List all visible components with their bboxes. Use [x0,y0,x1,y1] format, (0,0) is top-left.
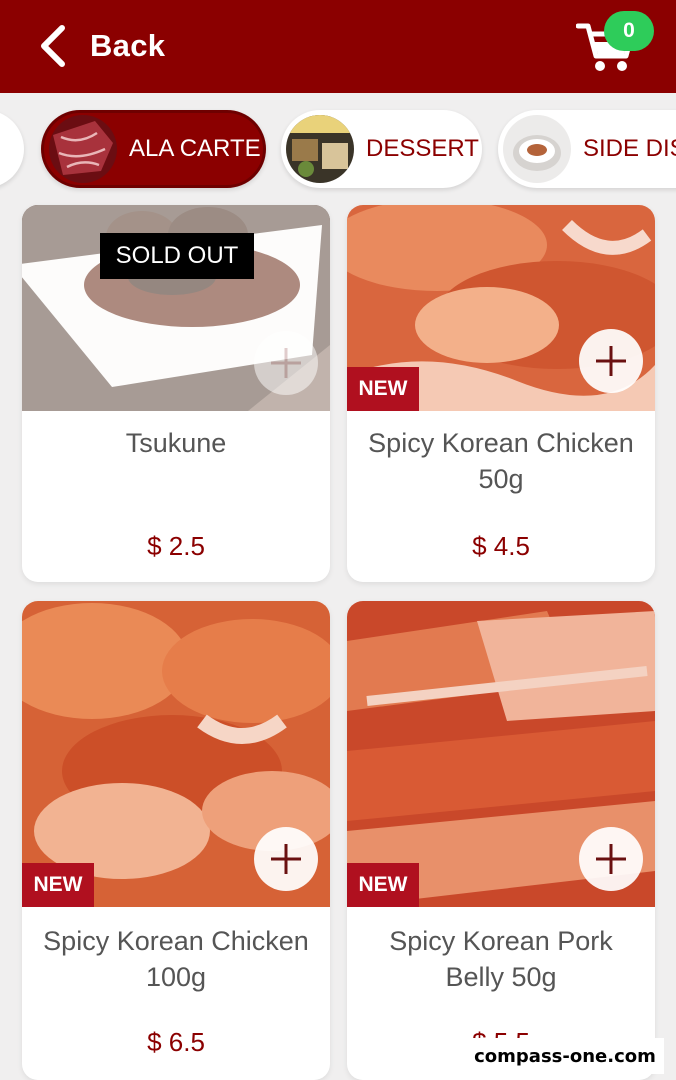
product-price: $ 2.5 [147,531,205,561]
dessert-thumbnail [286,115,354,183]
beef-thumbnail [49,115,117,183]
add-to-cart-button[interactable] [254,331,318,395]
new-badge: NEW [347,367,419,411]
category-tab-dessert[interactable]: DESSERT [281,110,482,188]
product-card-spicy-chicken-100g[interactable]: NEW Spicy Korean Chicken 100g $ 6.5 [22,601,330,1080]
add-to-cart-button[interactable] [579,827,643,891]
plus-icon [271,844,301,874]
chevron-left-icon [41,25,65,67]
add-to-cart-button[interactable] [254,827,318,891]
category-label: DESSERT [366,135,479,162]
category-tabs: ALA CARTE DESSERT SIDE DISH [0,93,676,205]
plus-icon [596,346,626,376]
sold-out-label: SOLD OUT [100,233,254,279]
product-name: Tsukune [125,428,227,458]
product-card-spicy-pork-belly-50g[interactable]: NEW Spicy Korean Pork Belly 50g $ 5.5 [347,601,655,1080]
product-name: Spicy Korean Chicken 50g [368,428,634,494]
plus-icon [271,348,301,378]
cart-count-badge: 0 [604,11,654,51]
top-app-bar: Back 0 [0,0,676,93]
new-badge: NEW [22,863,94,907]
product-price: $ 4.5 [472,531,530,561]
watermark: compass-one.com [466,1038,664,1074]
product-card-tsukune[interactable]: SOLD OUT Tsukune $ 2.5 [22,205,330,582]
plus-icon [596,844,626,874]
category-tab-ala-carte[interactable]: ALA CARTE [41,110,266,188]
new-badge: NEW [347,863,419,907]
category-tab-previous[interactable] [0,110,24,188]
product-name: Spicy Korean Pork Belly 50g [389,926,613,992]
product-name: Spicy Korean Chicken 100g [43,926,309,992]
add-to-cart-button[interactable] [579,329,643,393]
product-card-spicy-chicken-50g[interactable]: NEW Spicy Korean Chicken 50g $ 4.5 [347,205,655,582]
product-price: $ 6.5 [147,1027,205,1057]
back-button[interactable]: Back [38,20,165,72]
category-label: ALA CARTE [129,135,261,162]
category-label: SIDE DISH [583,135,676,162]
category-tab-side-dish[interactable]: SIDE DISH [498,110,676,188]
side-dish-thumbnail [503,115,571,183]
back-label: Back [90,28,166,63]
